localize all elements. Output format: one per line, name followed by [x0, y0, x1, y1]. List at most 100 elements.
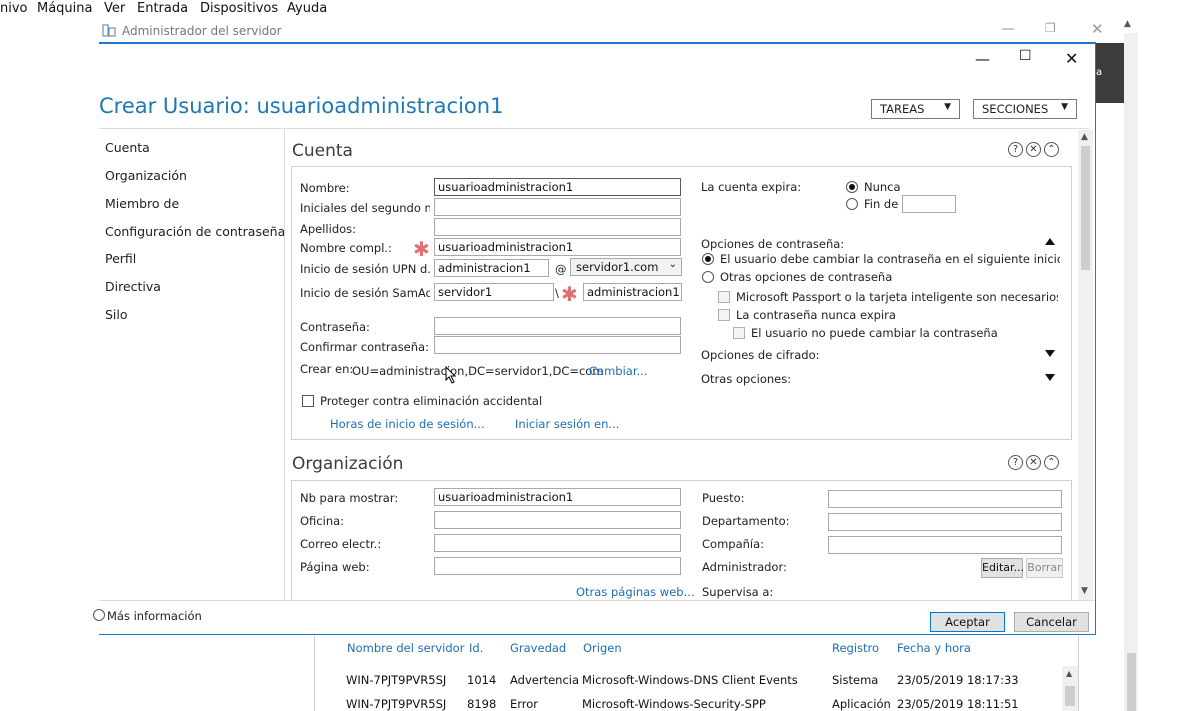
- dialog-title: Crear Usuario: usuarioadministracion1: [99, 94, 504, 118]
- upn-domain-select[interactable]: servidor1.com ⌄: [570, 258, 682, 276]
- expires-end-radio[interactable]: [846, 198, 858, 210]
- nav-cuenta[interactable]: Cuenta: [105, 140, 150, 155]
- sam-user-input[interactable]: administracion1: [583, 283, 682, 301]
- edit-manager-button[interactable]: Editar...: [981, 558, 1024, 578]
- scroll-up-icon[interactable]: ▲: [1124, 19, 1138, 33]
- company-input[interactable]: [828, 536, 1062, 554]
- restore-icon[interactable]: ❐: [1045, 21, 1056, 35]
- job-title-label: Puesto:: [702, 491, 745, 505]
- cell-source: Microsoft-Windows-DNS Client Events: [582, 673, 798, 687]
- menu-entrada[interactable]: Entrada: [137, 1, 188, 16]
- col-log[interactable]: Registro: [832, 641, 879, 655]
- full-name-input[interactable]: usuarioadministracion1: [434, 238, 681, 256]
- pw-cannot-change-checkbox[interactable]: [733, 327, 745, 339]
- collapse-icon[interactable]: [1045, 238, 1055, 245]
- change-link[interactable]: Cambiar...: [589, 364, 647, 378]
- expand-icon[interactable]: [1045, 350, 1055, 357]
- nav-perfil[interactable]: Perfil: [105, 251, 136, 266]
- menu-maquina[interactable]: Máquina: [37, 1, 93, 16]
- office-label: Oficina:: [300, 514, 345, 528]
- display-name-label: Nb para mostrar:: [300, 491, 399, 505]
- col-datetime[interactable]: Fecha y hora: [897, 641, 971, 655]
- scroll-down-icon[interactable]: ▼: [1081, 586, 1088, 596]
- close-icon[interactable]: ✕: [1065, 49, 1078, 68]
- close-section-icon[interactable]: ✕: [1026, 142, 1041, 157]
- close-icon[interactable]: ✕: [1091, 20, 1104, 38]
- more-info-label[interactable]: Más información: [107, 609, 202, 623]
- confirm-password-input[interactable]: [434, 336, 681, 354]
- menu-ver[interactable]: Ver: [104, 1, 125, 16]
- cell-datetime: 23/05/2019 18:17:33: [897, 673, 1019, 687]
- expires-label: La cuenta expira:: [701, 180, 802, 194]
- create-in-path: OU=administracion,DC=servidor1,DC=com: [352, 364, 604, 378]
- cell-severity: Advertencia: [510, 673, 580, 687]
- pw-passport-checkbox[interactable]: [718, 291, 730, 303]
- clear-manager-button[interactable]: Borrar: [1026, 558, 1063, 578]
- maximize-icon[interactable]: ☐: [1019, 48, 1032, 64]
- tasks-label: TAREAS: [880, 102, 925, 116]
- sam-domain-input[interactable]: servidor1: [434, 283, 554, 301]
- collapse-icon[interactable]: ⌃: [1044, 455, 1059, 470]
- col-server-name[interactable]: Nombre del servidor: [347, 641, 464, 655]
- minimize-icon[interactable]: —: [975, 50, 990, 68]
- scroll-up-icon[interactable]: ▲: [1081, 132, 1088, 142]
- events-scrollbar[interactable]: ▲: [1062, 666, 1078, 711]
- collapse-icon[interactable]: ⌃: [1044, 142, 1059, 157]
- logon-to-link[interactable]: Iniciar sesión en...: [515, 417, 619, 431]
- nav-directiva[interactable]: Directiva: [105, 279, 161, 294]
- first-name-input[interactable]: usuarioadministracion1: [434, 178, 681, 196]
- sam-separator: \: [555, 286, 559, 300]
- cell-log: Aplicación: [832, 697, 891, 711]
- nav-organizacion[interactable]: Organización: [105, 168, 187, 183]
- minimize-icon[interactable]: —: [1001, 21, 1015, 37]
- menu-ayuda[interactable]: Ayuda: [287, 1, 327, 16]
- office-input[interactable]: [434, 511, 681, 529]
- email-input[interactable]: [434, 534, 681, 552]
- nav-config-contrasena[interactable]: Configuración de contraseña: [105, 224, 285, 239]
- password-input[interactable]: [434, 317, 681, 335]
- display-name-input[interactable]: usuarioadministracion1: [434, 488, 681, 506]
- password-options-label: Opciones de contraseña:: [701, 237, 845, 251]
- logon-hours-link[interactable]: Horas de inicio de sesión...: [330, 417, 485, 431]
- nav-silo[interactable]: Silo: [105, 307, 128, 322]
- web-page-label: Página web:: [300, 560, 370, 574]
- web-page-input[interactable]: [434, 557, 681, 575]
- sections-button[interactable]: SECCIONES ▼: [973, 99, 1077, 119]
- cancel-button[interactable]: Cancelar: [1014, 612, 1089, 632]
- department-input[interactable]: [828, 513, 1062, 531]
- tasks-button[interactable]: TAREAS ▼: [871, 99, 960, 119]
- server-manager-titlebar: Administrador del servidor — ❐ ✕: [99, 19, 1124, 43]
- nav-miembro-de[interactable]: Miembro de: [105, 196, 179, 211]
- pw-must-change-radio[interactable]: [702, 253, 714, 265]
- col-source[interactable]: Origen: [583, 641, 622, 655]
- upn-user-input[interactable]: administracion1: [434, 259, 549, 277]
- nav-divider: [284, 128, 285, 600]
- last-name-input[interactable]: [434, 218, 681, 236]
- other-pages-link[interactable]: Otras páginas web...: [576, 585, 695, 599]
- expires-date-input[interactable]: [902, 195, 956, 213]
- col-id[interactable]: Id.: [469, 641, 483, 655]
- col-severity[interactable]: Gravedad: [510, 641, 566, 655]
- events-panel: Nombre del servidor Id. Gravedad Origen …: [314, 636, 1079, 711]
- scroll-up-icon[interactable]: ▲: [1066, 669, 1072, 678]
- content-scrollbar[interactable]: ▲ ▼: [1078, 130, 1093, 600]
- protect-checkbox[interactable]: [302, 395, 314, 407]
- pw-other-radio[interactable]: [702, 271, 714, 283]
- required-asterisk-icon: ✱: [561, 282, 578, 306]
- close-section-icon[interactable]: ✕: [1026, 455, 1041, 470]
- section-title-cuenta: Cuenta: [292, 141, 353, 161]
- first-name-label: Nombre:: [300, 181, 350, 195]
- pw-never-expires-checkbox[interactable]: [718, 309, 730, 321]
- direct-reports-label: Supervisa a:: [702, 585, 774, 599]
- menu-archivo[interactable]: nivo: [0, 1, 28, 16]
- help-icon[interactable]: ?: [1008, 455, 1023, 470]
- help-icon[interactable]: ?: [1008, 142, 1023, 157]
- menu-dispositivos[interactable]: Dispositivos: [200, 1, 278, 16]
- initials-input[interactable]: [434, 198, 681, 216]
- ok-button[interactable]: Aceptar: [930, 612, 1005, 632]
- more-info-icon[interactable]: [93, 609, 105, 621]
- expires-never-radio[interactable]: [846, 181, 858, 193]
- outer-scrollbar[interactable]: [1124, 33, 1138, 711]
- expand-icon[interactable]: [1045, 374, 1055, 381]
- job-title-input[interactable]: [828, 490, 1062, 508]
